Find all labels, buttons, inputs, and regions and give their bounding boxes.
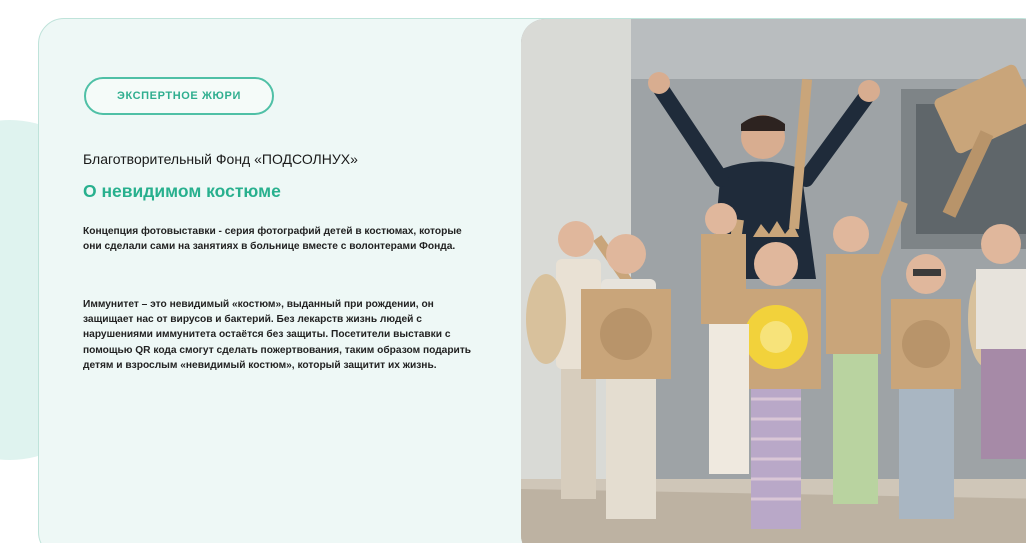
- slide: ЭКСПЕРТНОЕ ЖЮРИ Благотворительный Фонд «…: [0, 0, 1026, 543]
- child-figure: [826, 216, 881, 504]
- description-paragraph: Иммунитет – это невидимый «костюм», выда…: [83, 299, 472, 371]
- description-paragraph: Концепция фотовыставки - серия фотографи…: [83, 226, 462, 253]
- project-title: О невидимом костюме: [83, 181, 281, 201]
- children-costumes-photo: [521, 19, 1026, 543]
- content-card: ЭКСПЕРТНОЕ ЖЮРИ Благотворительный Фонд «…: [38, 18, 1026, 543]
- expert-jury-badge: ЭКСПЕРТНОЕ ЖЮРИ: [84, 77, 274, 115]
- text-column: ЭКСПЕРТНОЕ ЖЮРИ Благотворительный Фонд «…: [39, 19, 521, 543]
- photo-illustration: [521, 19, 1026, 543]
- organization-name: Благотворительный Фонд «ПОДСОЛНУХ»: [83, 151, 358, 167]
